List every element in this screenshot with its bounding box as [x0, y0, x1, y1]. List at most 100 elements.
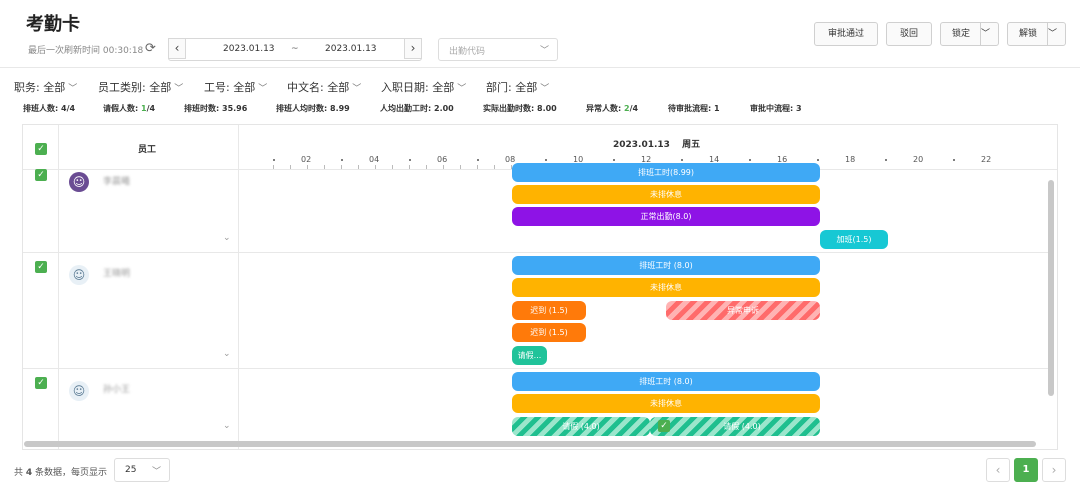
leave-bar[interactable]: 请假 (4.0) — [512, 417, 650, 436]
row-divider — [23, 252, 1049, 253]
stat-pending: 待审批流程: 1 — [668, 104, 720, 113]
leave-bar-selected[interactable]: 请假 (4.0) — [650, 417, 820, 436]
attendance-timeline-grid: ✓ 员工 2023.01.13 周五 02 04 06 08 10 12 14 16 18 20 2… — [22, 124, 1058, 450]
ruler-dot — [545, 159, 547, 161]
filter-value: 全部 — [233, 81, 256, 94]
ruler-minor-tick — [477, 165, 478, 169]
filter-value: 全部 — [432, 81, 455, 94]
avatar: ☺ — [69, 265, 89, 285]
stat-in-review: 审批中流程: 3 — [750, 104, 802, 113]
filter-value: 全部 — [149, 81, 172, 94]
employee-name: 孙小王 — [103, 385, 131, 395]
row-checkbox[interactable]: ✓ — [35, 377, 47, 389]
refresh-icon[interactable]: ⟳ — [145, 41, 156, 56]
date-column-header: 2023.01.13 周五 — [613, 140, 701, 150]
column-divider — [238, 125, 239, 449]
ruler-minor-tick — [409, 165, 410, 169]
stat-actual-hours: 实际出勤时数: 8.00 — [483, 104, 557, 113]
ruler-minor-tick — [341, 165, 342, 169]
select-all-checkbox[interactable]: ✓ — [35, 143, 47, 155]
unscheduled-rest-bar[interactable]: 未排休息 — [512, 278, 820, 297]
prev-page-button[interactable]: ‹ — [986, 458, 1010, 482]
filter-chinese-name[interactable]: 中文名: 全部 ﹀ — [287, 79, 361, 95]
leave-select-checkbox[interactable]: ✓ — [658, 420, 670, 432]
normal-attendance-bar[interactable]: 正常出勤(8.0) — [512, 207, 820, 226]
next-date-button[interactable]: › — [404, 38, 422, 59]
horizontal-scrollbar[interactable] — [24, 441, 1036, 447]
next-page-button[interactable]: › — [1042, 458, 1066, 482]
filter-employee-type[interactable]: 员工类别: 全部 ﹀ — [98, 79, 183, 95]
refresh-timestamp: 最后一次刷新时间 00:30:18 — [28, 46, 144, 56]
unscheduled-rest-bar[interactable]: 未排休息 — [512, 185, 820, 204]
ruler-dot — [953, 159, 955, 161]
ruler-minor-tick — [443, 165, 444, 169]
late-bar[interactable]: 迟到 (1.5) — [512, 301, 586, 320]
lock-button[interactable]: 锁定 ﹀ — [940, 22, 999, 46]
schedule-bar[interactable]: 排班工时 (8.0) — [512, 372, 820, 391]
stat-avg-attend: 人均出勤工时: 2.00 — [380, 104, 454, 113]
expand-icon[interactable]: ⌄ — [223, 233, 231, 243]
approve-button[interactable]: 审批通过 — [814, 22, 878, 46]
chevron-down-icon: ﹀ — [457, 84, 467, 94]
start-date[interactable]: 2023.01.13 — [223, 44, 275, 54]
ruler-minor-tick — [392, 165, 393, 169]
filter-label: 工号: — [204, 81, 230, 94]
chevron-down-icon: ﹀ — [258, 84, 268, 94]
expand-icon[interactable]: ⌄ — [223, 421, 231, 431]
stat-scheduled-hours: 排班时数: 35.96 — [184, 104, 248, 113]
filter-position[interactable]: 职务: 全部 ﹀ — [14, 79, 77, 95]
end-date[interactable]: 2023.01.13 — [325, 44, 377, 54]
chevron-down-icon: ﹀ — [352, 84, 362, 94]
chevron-down-icon: ﹀ — [540, 84, 550, 94]
ruler-dot — [409, 159, 411, 161]
ruler-dot — [477, 159, 479, 161]
attendance-code-select[interactable]: 出勤代码 ﹀ — [438, 38, 558, 61]
ruler-hour-label: 18 — [845, 155, 856, 164]
date-range-picker[interactable]: ‹ 2023.01.13 ~ 2023.01.13 › — [168, 38, 422, 61]
row-checkbox[interactable]: ✓ — [35, 169, 47, 181]
expand-icon[interactable]: ⌄ — [223, 349, 231, 359]
ruler-minor-tick — [426, 165, 427, 169]
stat-leave-people: 请假人数: 1/4 — [103, 104, 156, 113]
ruler-minor-tick — [273, 165, 274, 169]
lock-label: 锁定 — [952, 29, 971, 39]
ruler-dot — [817, 159, 819, 161]
schedule-bar[interactable]: 排班工时 (8.0) — [512, 256, 820, 275]
reject-button[interactable]: 驳回 — [886, 22, 932, 46]
header-divider — [0, 67, 1080, 68]
chevron-down-icon: ﹀ — [68, 84, 78, 94]
stat-scheduled-people: 排班人数: 4/4 — [23, 104, 76, 113]
ruler-dot — [273, 159, 275, 161]
filter-label: 职务: — [14, 81, 40, 94]
filter-employee-id[interactable]: 工号: 全部 ﹀ — [204, 79, 267, 95]
filter-department[interactable]: 部门: 全部 ﹀ — [486, 79, 549, 95]
unlock-dropdown-icon[interactable]: ﹀ — [1047, 23, 1065, 45]
prev-date-button[interactable]: ‹ — [168, 38, 186, 59]
row-checkbox[interactable]: ✓ — [35, 261, 47, 273]
chevron-down-icon: ﹀ — [539, 46, 549, 56]
filter-label: 员工类别: — [98, 81, 146, 94]
current-page-button[interactable]: 1 — [1014, 458, 1038, 482]
employee-column-header: 员工 — [138, 145, 157, 155]
chevron-down-icon: ﹀ — [151, 467, 161, 477]
page-size-select[interactable]: 25 ﹀ — [114, 458, 170, 482]
column-divider — [58, 125, 59, 449]
unscheduled-rest-bar[interactable]: 未排休息 — [512, 394, 820, 413]
avatar: ☺ — [69, 381, 89, 401]
ruler-minor-tick — [460, 165, 461, 169]
ruler-minor-tick — [375, 165, 376, 169]
lock-dropdown-icon[interactable]: ﹀ — [980, 23, 998, 45]
leave-bar[interactable]: 请假... — [512, 346, 547, 365]
ruler-minor-tick — [494, 165, 495, 169]
filter-hire-date[interactable]: 入职日期: 全部 ﹀ — [381, 79, 466, 95]
vertical-scrollbar[interactable] — [1048, 180, 1054, 396]
unlock-button[interactable]: 解锁 ﹀ — [1007, 22, 1066, 46]
ruler-hour-label: 06 — [437, 155, 448, 164]
appeal-bar[interactable]: 异常申诉 — [666, 301, 820, 320]
ruler-dot — [749, 159, 751, 161]
schedule-bar[interactable]: 排班工时(8.99) — [512, 163, 820, 182]
late-bar[interactable]: 迟到 (1.5) — [512, 323, 586, 342]
filter-label: 中文名: — [287, 81, 324, 94]
ruler-hour-label: 08 — [505, 155, 516, 164]
overtime-bar[interactable]: 加班(1.5) — [820, 230, 888, 249]
